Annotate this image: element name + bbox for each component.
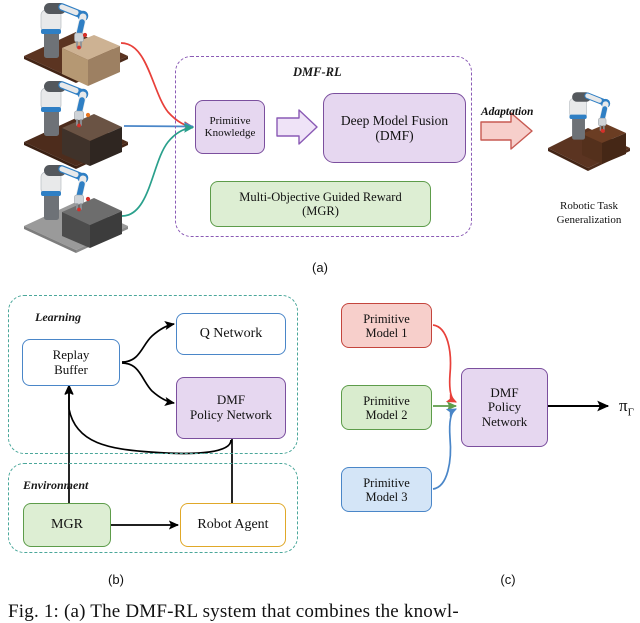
node-primitive-model-3[interactable]: Primitive Model 3 — [341, 467, 432, 512]
node-deep-model-fusion-line2: (DMF) — [375, 128, 414, 143]
node-primitive-knowledge-line1: Primitive — [209, 114, 251, 127]
adaptation-block-arrow — [480, 112, 533, 150]
node-primitive-model-1-line2: Model 1 — [365, 325, 408, 340]
policy-output-symbol: πΓ — [619, 396, 634, 418]
node-primitive-knowledge[interactable]: Primitive Knowledge — [195, 100, 265, 154]
node-deep-model-fusion[interactable]: Deep Model Fusion (DMF) — [323, 93, 466, 163]
panel-a-title: DMF-RL — [293, 65, 342, 79]
policy-output-subscript: Γ — [627, 406, 634, 419]
node-primitive-model-2-line2: Model 2 — [365, 407, 408, 422]
figure-dmf-rl: DMF-RL Primitive Knowledge Deep Model Fu… — [0, 0, 640, 622]
node-dmf-policy-network-b[interactable]: DMF Policy Network — [176, 377, 286, 439]
node-replay-buffer-line1: Replay — [52, 346, 90, 362]
node-mgr-panel-a[interactable]: Multi-Objective Guided Reward (MGR) — [210, 181, 431, 227]
node-mgr-panel-a-line1: Multi-Objective Guided Reward — [239, 190, 402, 204]
arrow-pm3-to-dmf — [432, 408, 457, 490]
node-mgr-panel-b-label: MGR — [51, 517, 83, 533]
node-primitive-model-1-line1: Primitive — [363, 311, 410, 326]
node-q-network-label: Q Network — [199, 326, 263, 342]
node-dmf-policy-network-c[interactable]: DMF Policy Network — [461, 368, 548, 447]
node-primitive-model-3-line1: Primitive — [363, 475, 410, 490]
node-replay-buffer[interactable]: Replay Buffer — [22, 339, 120, 386]
node-mgr-panel-b[interactable]: MGR — [23, 503, 111, 547]
node-primitive-model-3-line2: Model 3 — [365, 489, 408, 504]
node-mgr-panel-a-line2: (MGR) — [302, 204, 339, 218]
node-q-network[interactable]: Q Network — [176, 313, 286, 355]
input-scene-2 — [24, 81, 128, 169]
input-scene-3 — [24, 165, 128, 253]
node-primitive-model-2-line1: Primitive — [363, 393, 410, 408]
input-scene-1 — [24, 3, 128, 86]
output-caption-line1: Robotic Task — [560, 200, 618, 212]
panel-b-environment-label: Environment — [23, 478, 89, 492]
node-dmf-policy-network-c-line1: DMF — [490, 384, 519, 400]
node-primitive-model-2[interactable]: Primitive Model 2 — [341, 385, 432, 430]
arrow-pm1-to-dmf — [432, 324, 457, 403]
node-deep-model-fusion-line1: Deep Model Fusion — [340, 112, 449, 128]
node-dmf-policy-network-c-line3: Network — [481, 413, 528, 429]
node-dmf-policy-network-b-line1: DMF — [216, 392, 246, 408]
node-dmf-policy-network-c-line2: Policy — [487, 399, 522, 415]
output-caption-line2: Generalization — [556, 213, 622, 226]
output-caption: Robotic Task Generalization — [540, 200, 638, 228]
node-primitive-knowledge-line2: Knowledge — [204, 127, 256, 139]
adaptation-label: Adaptation — [481, 106, 534, 118]
subfigure-label-a: (a) — [312, 260, 328, 275]
panel-b-learning-label: Learning — [35, 310, 82, 324]
policy-output-pi: π — [619, 396, 628, 415]
node-robot-agent[interactable]: Robot Agent — [180, 503, 286, 547]
figure-caption: Fig. 1: (a) The DMF-RL system that combi… — [8, 601, 459, 622]
node-replay-buffer-line2: Buffer — [54, 361, 88, 377]
node-primitive-model-1[interactable]: Primitive Model 1 — [341, 303, 432, 348]
subfigure-label-c: (c) — [500, 572, 516, 587]
node-robot-agent-label: Robot Agent — [197, 517, 269, 533]
subfigure-label-b: (b) — [108, 572, 124, 587]
output-scene-robot — [548, 92, 630, 171]
node-dmf-policy-network-b-line2: Policy Network — [190, 407, 272, 422]
